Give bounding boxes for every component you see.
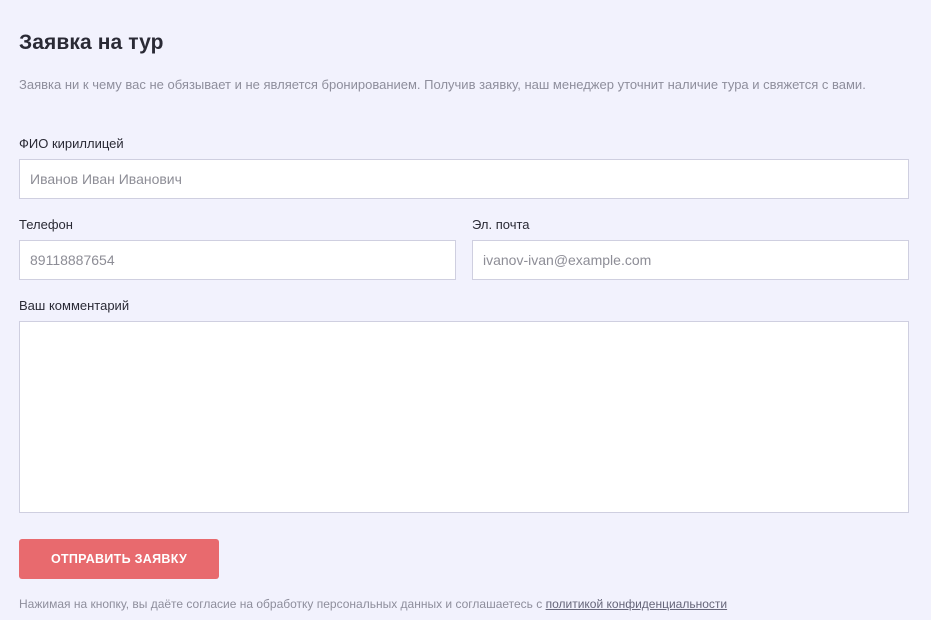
- full-name-label: ФИО кириллицей: [19, 136, 124, 151]
- comment-label: Ваш комментарий: [19, 298, 130, 313]
- privacy-policy-link[interactable]: политикой конфиденциальности: [546, 597, 727, 611]
- form-title: Заявка на тур: [19, 31, 164, 54]
- full-name-input[interactable]: [19, 159, 909, 199]
- tour-request-form: Заявка на тур Заявка ни к чему вас не об…: [0, 0, 931, 620]
- consent-text: Нажимая на кнопку, вы даёте согласие на …: [19, 597, 546, 611]
- consent-notice: Нажимая на кнопку, вы даёте согласие на …: [19, 597, 727, 611]
- phone-label: Телефон: [19, 217, 73, 232]
- email-input[interactable]: [472, 240, 909, 280]
- form-subtitle: Заявка ни к чему вас не обязывает и не я…: [19, 77, 866, 92]
- email-label: Эл. почта: [472, 217, 530, 232]
- submit-request-button[interactable]: ОТПРАВИТЬ ЗАЯВКУ: [19, 539, 219, 579]
- phone-input[interactable]: [19, 240, 456, 280]
- comment-textarea[interactable]: [19, 321, 909, 513]
